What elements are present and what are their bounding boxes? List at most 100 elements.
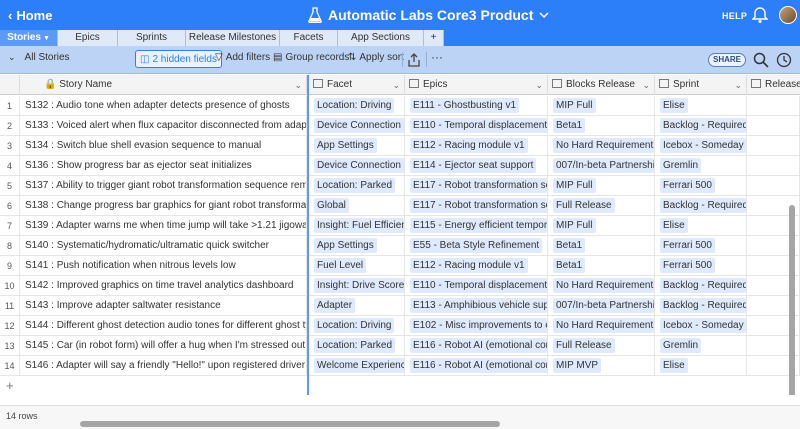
column-header-release-section[interactable]: Release Se	[747, 75, 800, 95]
group-records-button[interactable]: ▤ Group records	[273, 52, 349, 63]
table-row[interactable]: 14 S146 : Adapter will say a friendly "He…	[0, 356, 800, 376]
sprint-cell[interactable]: Elise	[655, 216, 747, 236]
row-number[interactable]: 13	[0, 336, 20, 356]
linked-record-chip[interactable]: Insight: Fuel Efficiency	[314, 217, 404, 233]
facet-cell[interactable]: Location: Driving	[309, 316, 405, 336]
linked-record-chip[interactable]: Location: Parked	[314, 177, 396, 193]
linked-record-chip[interactable]: E112 - Racing module v1	[410, 137, 528, 153]
frozen-column-divider[interactable]	[307, 75, 309, 395]
story-name-cell[interactable]: S137 : Ability to trigger giant robot tr…	[20, 176, 307, 196]
hidden-fields-button[interactable]: ◫ 2 hidden fields	[135, 50, 222, 68]
linked-record-chip[interactable]: Elise	[660, 217, 688, 233]
epic-cell[interactable]: E102 - Misc improvements to existing	[405, 316, 548, 336]
linked-record-chip[interactable]: Fuel Level	[314, 257, 367, 273]
blocks-release-cell[interactable]: Full Release	[548, 196, 655, 216]
epic-cell[interactable]: E113 - Amphibious vehicle support	[405, 296, 548, 316]
blocks-release-cell[interactable]: MIP Full	[548, 176, 655, 196]
row-number[interactable]: 12	[0, 316, 20, 336]
release-section-cell[interactable]	[747, 116, 800, 136]
blocks-release-cell[interactable]: No Hard Requirement	[548, 316, 655, 336]
facet-cell[interactable]: Device Connection	[309, 116, 405, 136]
linked-record-chip[interactable]: Adapter	[314, 297, 356, 313]
sprint-cell[interactable]: Icebox - Someday	[655, 136, 747, 156]
add-filters-button[interactable]: ▽ Add filters	[215, 52, 270, 63]
facet-cell[interactable]: Global	[309, 196, 405, 216]
base-title[interactable]: Automatic Labs Core3 Product	[308, 7, 549, 23]
tab-epics[interactable]: Epics	[58, 30, 118, 46]
story-name-cell[interactable]: S142 : Improved graphics on time travel …	[20, 276, 307, 296]
sprint-cell[interactable]: Gremlin	[655, 156, 747, 176]
tab-stories[interactable]: Stories ▼	[0, 30, 58, 46]
column-header-epics[interactable]: Epics ⌄	[405, 75, 548, 95]
linked-record-chip[interactable]: Beta1	[553, 237, 586, 253]
row-number[interactable]: 2	[0, 116, 20, 136]
linked-record-chip[interactable]: E115 - Energy efficient temporal displ	[410, 217, 547, 233]
row-number[interactable]: 6	[0, 196, 20, 216]
linked-record-chip[interactable]: MIP Full	[553, 97, 596, 113]
linked-record-chip[interactable]: Gremlin	[660, 157, 702, 173]
linked-record-chip[interactable]: Beta1	[553, 257, 586, 273]
story-name-cell[interactable]: S134 : Switch blue shell evasion sequenc…	[20, 136, 307, 156]
row-number[interactable]: 4	[0, 156, 20, 176]
sprint-cell[interactable]: Ferrari 500	[655, 236, 747, 256]
epic-cell[interactable]: E112 - Racing module v1	[405, 136, 548, 156]
linked-record-chip[interactable]: E116 - Robot AI (emotional componer	[410, 357, 547, 373]
help-button[interactable]: HELP	[722, 11, 747, 21]
linked-record-chip[interactable]: E113 - Amphibious vehicle support	[410, 297, 547, 313]
tab-release-milestones[interactable]: Release Milestones	[186, 30, 280, 46]
linked-record-chip[interactable]: Device Connection	[314, 157, 404, 173]
table-row[interactable]: 3 S134 : Switch blue shell evasion sequen…	[0, 136, 800, 156]
add-record-row[interactable]: +	[0, 376, 800, 395]
facet-cell[interactable]: App Settings	[309, 236, 405, 256]
epic-cell[interactable]: E116 - Robot AI (emotional componer	[405, 336, 548, 356]
blocks-release-cell[interactable]: Beta1	[548, 236, 655, 256]
story-name-cell[interactable]: S144 : Different ghost detection audio t…	[20, 316, 307, 336]
release-section-cell[interactable]	[747, 176, 800, 196]
linked-record-chip[interactable]: App Settings	[314, 237, 377, 253]
linked-record-chip[interactable]: Location: Parked	[314, 337, 396, 353]
avatar[interactable]	[779, 6, 797, 24]
blocks-release-cell[interactable]: Beta1	[548, 256, 655, 276]
linked-record-chip[interactable]: Location: Driving	[314, 317, 395, 333]
linked-record-chip[interactable]: MIP Full	[553, 177, 596, 193]
blocks-release-cell[interactable]: Beta1	[548, 116, 655, 136]
linked-record-chip[interactable]: MIP MVP	[553, 357, 602, 373]
bell-icon[interactable]	[752, 6, 768, 24]
blocks-release-cell[interactable]: MIP Full	[548, 216, 655, 236]
row-number[interactable]: 11	[0, 296, 20, 316]
linked-record-chip[interactable]: Beta1	[553, 117, 586, 133]
story-name-cell[interactable]: S141 : Push notification when nitrous le…	[20, 256, 307, 276]
row-number[interactable]: 5	[0, 176, 20, 196]
epic-cell[interactable]: E110 - Temporal displacement UX ref	[405, 116, 548, 136]
story-name-cell[interactable]: S132 : Audio tone when adapter detects p…	[20, 96, 307, 116]
tab-facets[interactable]: Facets	[280, 30, 338, 46]
sprint-cell[interactable]: Ferrari 500	[655, 176, 747, 196]
table-row[interactable]: 7 S139 : Adapter warns me when time jump …	[0, 216, 800, 236]
linked-record-chip[interactable]: No Hard Requirement	[553, 277, 654, 293]
facet-cell[interactable]: Location: Parked	[309, 176, 405, 196]
tab-app-sections[interactable]: App Sections	[338, 30, 424, 46]
sprint-cell[interactable]: Gremlin	[655, 336, 747, 356]
story-name-cell[interactable]: S145 : Car (in robot form) will offer a …	[20, 336, 307, 356]
linked-record-chip[interactable]: E102 - Misc improvements to existing	[410, 317, 547, 333]
table-row[interactable]: 13 S145 : Car (in robot form) will offer …	[0, 336, 800, 356]
row-number[interactable]: 8	[0, 236, 20, 256]
linked-record-chip[interactable]: E55 - Beta Style Refinement	[410, 237, 543, 253]
linked-record-chip[interactable]: Icebox - Someday	[660, 137, 746, 153]
column-header-blocks-release[interactable]: Blocks Release ⌄	[548, 75, 655, 95]
apply-sort-button[interactable]: ⇅ Apply sort	[348, 52, 404, 63]
facet-cell[interactable]: Device Connection	[309, 156, 405, 176]
story-name-cell[interactable]: S143 : Improve adapter saltwater resista…	[20, 296, 307, 316]
linked-record-chip[interactable]: Elise	[660, 357, 688, 373]
linked-record-chip[interactable]: Backlog - Required	[660, 117, 746, 133]
facet-cell[interactable]: Insight: Fuel Efficiency	[309, 216, 405, 236]
row-number[interactable]: 9	[0, 256, 20, 276]
table-row[interactable]: 4 S136 : Show progress bar as ejector sea…	[0, 156, 800, 176]
linked-record-chip[interactable]: Ferrari 500	[660, 237, 715, 253]
view-switcher[interactable]: ⌄ All Stories	[8, 52, 70, 63]
epic-cell[interactable]: E55 - Beta Style Refinement	[405, 236, 548, 256]
blocks-release-cell[interactable]: MIP MVP	[548, 356, 655, 376]
row-number[interactable]: 1	[0, 96, 20, 116]
linked-record-chip[interactable]: MIP Full	[553, 217, 596, 233]
blocks-release-cell[interactable]: Full Release	[548, 336, 655, 356]
